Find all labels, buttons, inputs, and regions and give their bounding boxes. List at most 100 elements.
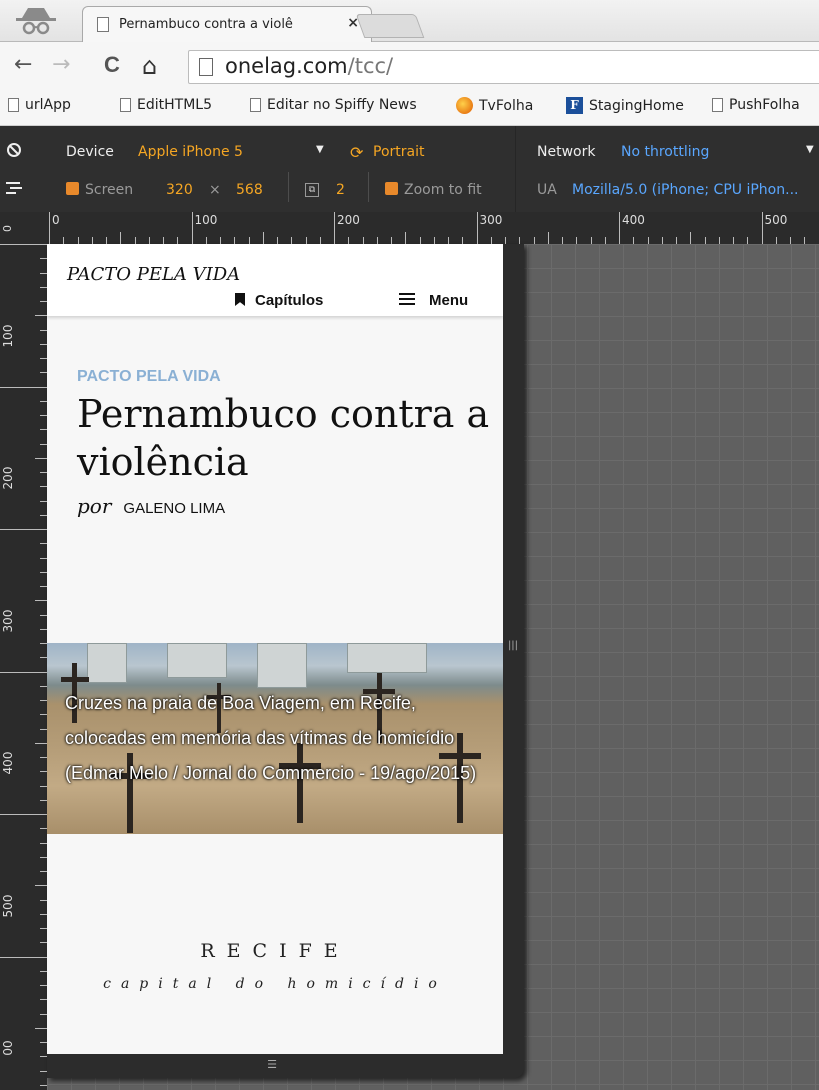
resize-handle-bottom[interactable]: ☰ <box>260 1058 284 1072</box>
reload-button[interactable]: C <box>104 52 120 78</box>
checkbox-icon[interactable] <box>66 182 79 195</box>
ruler-tick <box>91 237 93 244</box>
zoom-checkbox[interactable]: Zoom to fit <box>385 182 482 198</box>
ruler-tick <box>40 586 47 587</box>
ruler-tick <box>334 212 335 244</box>
section-subtitle: capital do homicídio <box>103 976 447 992</box>
ruler-tick <box>405 232 407 244</box>
bookmark-editar-spiffy[interactable]: Editar no Spiffy News <box>250 97 417 113</box>
ruler-tick <box>40 757 47 758</box>
ruler-label: 400 <box>622 213 645 227</box>
ua-input[interactable]: Mozilla/5.0 (iPhone; CPU iPhon... <box>572 182 798 198</box>
ruler-tick <box>40 985 47 986</box>
ruler-tick <box>305 237 307 244</box>
ruler-tick <box>604 237 606 244</box>
menu-label: Menu <box>429 292 469 309</box>
ruler-tick <box>35 600 47 602</box>
device-emulation-bar <box>0 126 819 212</box>
ruler-tick <box>35 457 47 459</box>
ruler-tick <box>40 828 47 830</box>
ruler-tick <box>433 237 435 244</box>
ruler-tick <box>40 571 47 573</box>
resize-handle-right[interactable]: ||| <box>507 636 519 656</box>
device-select[interactable]: Apple iPhone 5 <box>138 144 243 160</box>
ruler-tick <box>40 643 47 644</box>
ruler-tick <box>40 614 47 616</box>
orientation-button[interactable]: Portrait <box>373 144 424 160</box>
ruler-tick <box>291 237 293 244</box>
hamburger-icon <box>399 293 415 305</box>
ruler-tick <box>40 301 47 302</box>
bookmark-urlapp[interactable]: urlApp <box>8 97 71 113</box>
address-path: /tcc/ <box>347 54 394 78</box>
ruler-tick <box>562 237 563 244</box>
dpr-input[interactable]: 2 <box>336 182 345 198</box>
no-entry-icon[interactable] <box>6 142 22 158</box>
screen-width-input[interactable]: 320 <box>166 182 193 198</box>
ruler-tick <box>362 237 364 244</box>
screen-label: Screen <box>85 182 134 198</box>
ruler-tick <box>35 742 47 744</box>
screenshot-icon[interactable]: ⧉ <box>305 183 319 197</box>
ruler-tick <box>40 700 47 701</box>
ruler-tick <box>40 372 47 374</box>
ruler-tick <box>40 714 47 716</box>
ruler-tick <box>533 237 535 244</box>
ruler-tick <box>40 999 47 1001</box>
tvfolha-icon <box>456 97 473 114</box>
address-url[interactable]: onelag.com/tcc/ <box>225 54 393 78</box>
chevron-down-icon[interactable]: ▼ <box>806 144 814 155</box>
bookmark-edithtml5[interactable]: EditHTML5 <box>120 97 212 113</box>
ruler-tick <box>348 237 350 244</box>
bookmark-label: Editar no Spiffy News <box>267 97 417 113</box>
ruler-top: 0 100 200 300 400 500 <box>0 212 819 244</box>
new-tab-button[interactable] <box>355 14 425 38</box>
screen-height-input[interactable]: 568 <box>236 182 263 198</box>
bookmark-tvfolha[interactable]: TvFolha <box>456 97 533 114</box>
incognito-icon <box>16 8 56 35</box>
device-mode-icon[interactable] <box>6 180 22 196</box>
tab-title: Pernambuco contra a violê <box>119 17 293 32</box>
ruler-tick <box>40 785 47 787</box>
ruler-tick <box>40 472 47 473</box>
network-select[interactable]: No throttling <box>621 144 709 160</box>
ruler-tick <box>391 237 392 244</box>
ruler-tick <box>40 400 47 402</box>
article-kicker[interactable]: PACTO PELA VIDA <box>77 368 221 386</box>
ruler-tick <box>40 343 47 345</box>
building <box>257 643 307 688</box>
forward-button[interactable]: → <box>52 52 70 77</box>
ruler-tick <box>576 237 578 244</box>
home-button[interactable]: ⌂ <box>142 52 157 80</box>
page-icon <box>8 98 19 112</box>
ruler-tick <box>134 237 136 244</box>
screen-checkbox[interactable]: Screen <box>66 182 133 198</box>
ruler-corner-label: 0 <box>1 225 14 232</box>
ruler-label: 500 <box>764 213 788 227</box>
site-name[interactable]: PACTO PELA VIDA <box>67 264 240 285</box>
ruler-tick <box>40 1084 47 1086</box>
building <box>167 643 227 678</box>
ruler-tick <box>448 237 449 244</box>
chapters-label: Capítulos <box>255 292 324 309</box>
ruler-tick <box>40 543 47 545</box>
back-button[interactable]: ← <box>14 52 32 77</box>
ruler-tick <box>248 237 250 244</box>
ruler-tick <box>40 628 47 630</box>
chapters-button[interactable]: Capítulos <box>235 292 323 309</box>
browser-tab[interactable]: Pernambuco contra a violê × <box>82 6 372 42</box>
chevron-down-icon[interactable]: ▼ <box>316 144 324 155</box>
ruler-tick <box>120 232 122 244</box>
bookmark-staginghome[interactable]: F StagingHome <box>566 97 684 114</box>
bookmark-pushfolha[interactable]: PushFolha <box>712 97 800 113</box>
ruler-label: 300 <box>479 213 503 227</box>
ruler-tick <box>718 237 720 244</box>
rotate-icon[interactable]: ⟳ <box>350 143 363 162</box>
checkbox-icon[interactable] <box>385 182 398 195</box>
ruler-tick <box>40 942 47 944</box>
article-headline: Pernambuco contra a violência <box>77 392 490 484</box>
ruler-tick <box>40 486 47 488</box>
menu-button[interactable]: Menu <box>399 292 468 309</box>
ruler-tick <box>35 315 47 317</box>
address-bar[interactable]: onelag.com/tcc/ <box>188 50 819 84</box>
